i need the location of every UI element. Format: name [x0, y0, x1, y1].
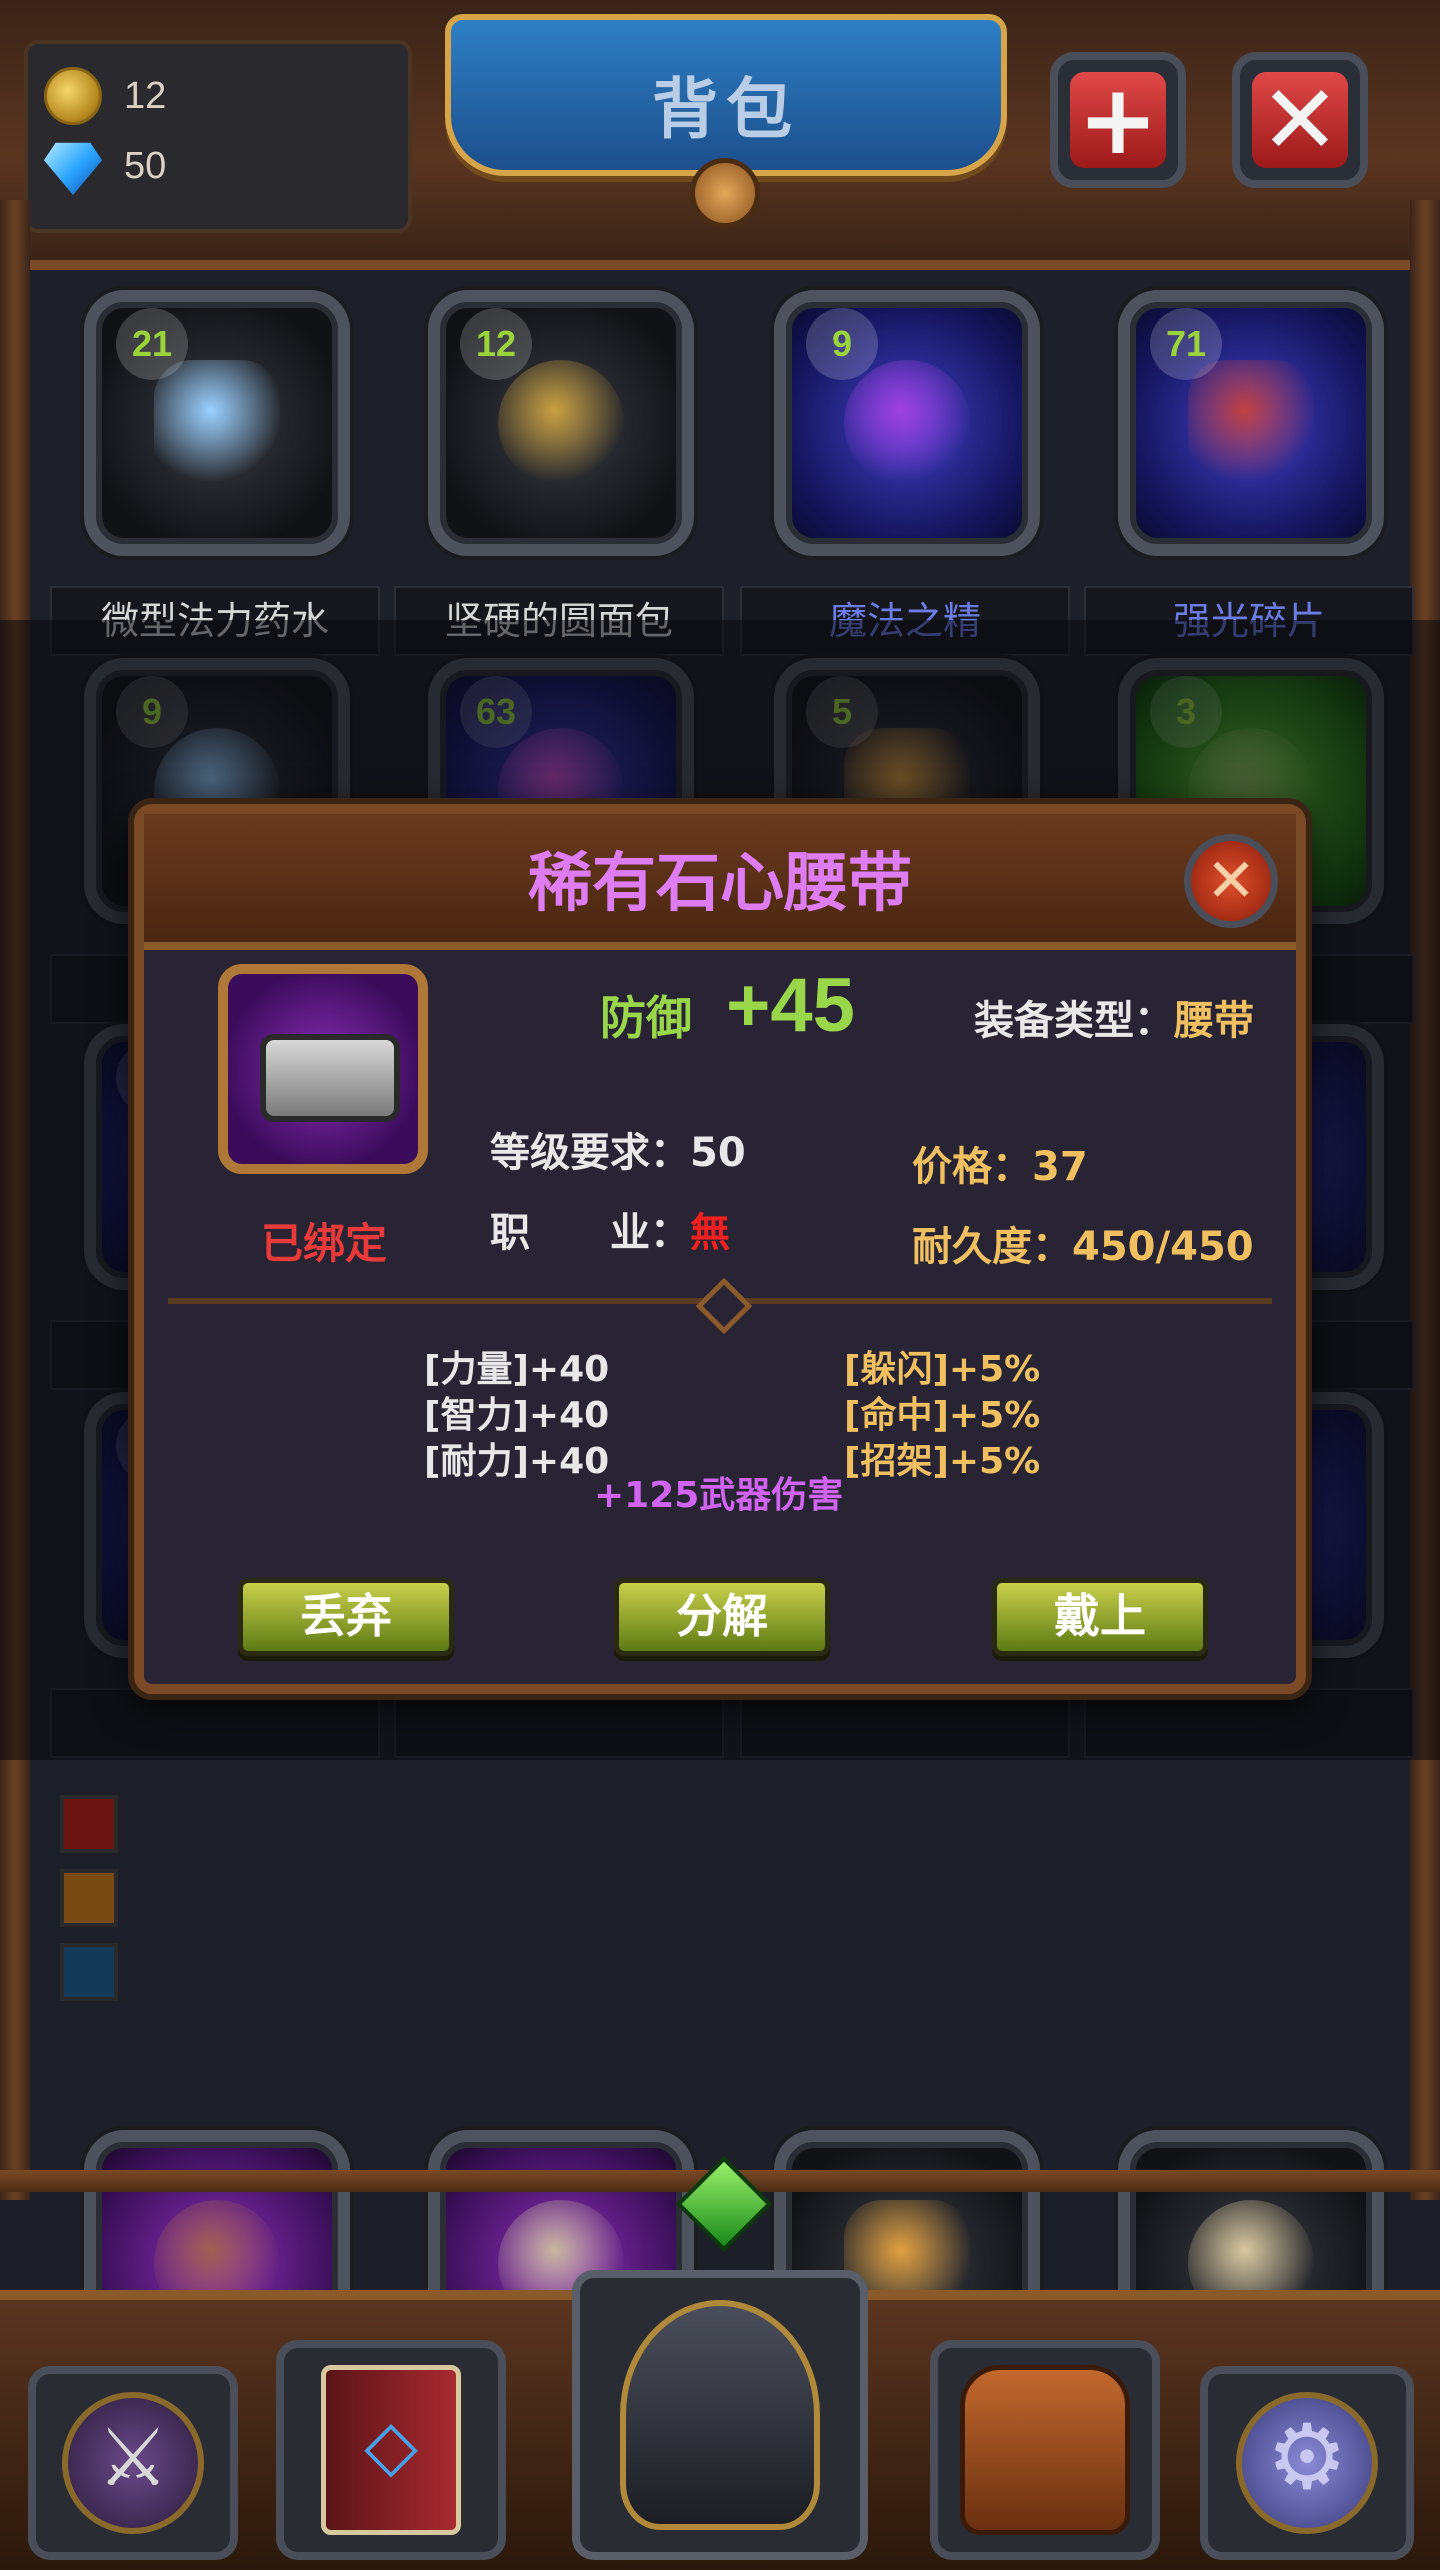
price-value: 37 [1032, 1144, 1088, 1190]
gold-coin-icon [44, 67, 102, 125]
nav-character-button[interactable] [572, 2270, 868, 2560]
attr-right-1: [命中]+5% [844, 1395, 1041, 1436]
nav-backpack-button[interactable] [930, 2340, 1160, 2560]
item-count-badge: 9 [806, 308, 878, 380]
spellbook-icon: ◇ [321, 2365, 461, 2535]
level-req-value: 50 [690, 1130, 746, 1176]
bound-status: 已绑定 [260, 1219, 387, 1268]
close-icon: ✕ [1205, 846, 1257, 916]
level-requirement: 等级要求：50 [490, 1120, 746, 1178]
close-backpack-button[interactable]: ✕ [1232, 52, 1368, 188]
class-label: 职 业： [490, 1210, 690, 1256]
add-button[interactable]: + [1050, 52, 1186, 188]
inventory-item[interactable]: 12坚硬的圆面包 [394, 290, 724, 656]
item-slot[interactable]: 12 [428, 290, 694, 556]
decompose-button[interactable]: 分解 [614, 1578, 830, 1656]
item-count-badge: 12 [460, 308, 532, 380]
nav-settings-button[interactable]: ⚙ [1200, 2366, 1414, 2560]
backpack-icon [960, 2365, 1130, 2535]
inventory-item[interactable]: 71强光碎片 [1084, 290, 1414, 656]
item-slot[interactable]: 21 [84, 290, 350, 556]
weapon-damage: +125武器伤害 [594, 1475, 844, 1516]
item-slot[interactable]: 9 [774, 290, 1040, 556]
item-count-badge: 21 [116, 308, 188, 380]
rarity-filter-red[interactable] [60, 1795, 118, 1853]
class-value: 無 [690, 1210, 730, 1256]
rarity-filter-blue[interactable] [60, 1943, 118, 2001]
price-label: 价格： [912, 1144, 1032, 1190]
nav-battle-button[interactable]: ⚔ [28, 2366, 238, 2560]
belt-icon [260, 1034, 400, 1122]
price: 价格：37 [912, 1134, 1088, 1192]
durability-label: 耐久度： [912, 1224, 1072, 1270]
gold-row: 12 [44, 66, 166, 126]
defense-label: 防御 [600, 991, 692, 1045]
crossed-swords-icon: ⚔ [62, 2392, 204, 2534]
attr-left-2: [耐力]+40 [424, 1441, 610, 1482]
attr-left-0: [力量]+40 [424, 1349, 610, 1390]
item-title: 稀有石心腰带 [528, 847, 912, 921]
level-req-label: 等级要求： [490, 1130, 690, 1176]
equip-button[interactable]: 戴上 [992, 1578, 1208, 1656]
banner-ornament [690, 158, 760, 228]
item-icon-slot [218, 964, 428, 1174]
dialog-close-button[interactable]: ✕ [1184, 834, 1278, 928]
close-icon: ✕ [1252, 72, 1348, 168]
drop-button[interactable]: 丢弃 [238, 1578, 454, 1656]
attr-right-0: [躲闪]+5% [844, 1349, 1041, 1390]
divider-ornament [695, 1277, 753, 1335]
durability: 耐久度：450/450 [912, 1214, 1254, 1272]
top-frame: 12 50 背包 + ✕ [0, 0, 1440, 270]
item-detail-dialog: 稀有石心腰带 ✕ 已绑定 防御 +45 装备类型：腰带 等级要求：50 职 业：… [134, 804, 1306, 1694]
gear-icon: ⚙ [1236, 2392, 1378, 2534]
inventory-item[interactable]: 21微型法力药水 [50, 290, 380, 656]
page-title: 背包 [652, 71, 800, 148]
attr-right-2: [招架]+5% [844, 1441, 1041, 1482]
gold-amount: 12 [124, 74, 167, 117]
inventory-item[interactable]: 9魔法之精 [740, 290, 1070, 656]
rarity-filter-orange[interactable] [60, 1869, 118, 1927]
equip-type-label: 装备类型： [974, 998, 1174, 1044]
item-slot[interactable]: 71 [1118, 290, 1384, 556]
item-count-badge: 71 [1150, 308, 1222, 380]
class-requirement: 职 业：無 [490, 1200, 730, 1258]
currency-panel: 12 50 [24, 40, 412, 233]
item-icon [1188, 360, 1314, 486]
equip-type-value: 腰带 [1174, 998, 1254, 1044]
plus-icon: + [1070, 72, 1166, 168]
nav-spellbook-button[interactable]: ◇ [276, 2340, 506, 2560]
item-icon [154, 360, 280, 486]
defense-value: +45 [726, 963, 855, 1048]
dialog-header: 稀有石心腰带 ✕ [144, 814, 1296, 950]
title-banner: 背包 [445, 14, 1007, 176]
rarity-filter [60, 1795, 118, 2017]
durability-value: 450/450 [1072, 1224, 1254, 1270]
diamond-icon [44, 142, 102, 195]
attr-left-1: [智力]+40 [424, 1395, 610, 1436]
item-icon [844, 360, 970, 486]
gem-amount: 50 [124, 144, 167, 187]
item-icon [498, 360, 624, 486]
helmet-icon [620, 2300, 820, 2530]
equip-type: 装备类型：腰带 [974, 988, 1254, 1046]
gem-row: 50 [44, 136, 166, 196]
